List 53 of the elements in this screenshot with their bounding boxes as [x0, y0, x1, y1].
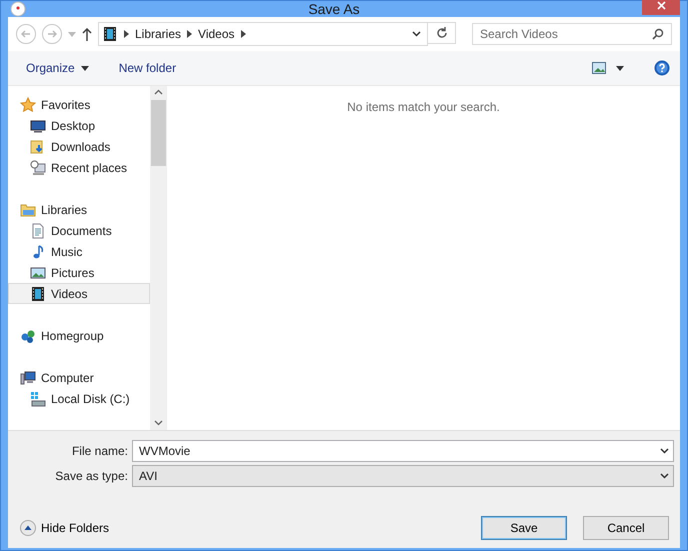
close-icon	[656, 0, 666, 10]
back-arrow-icon	[21, 29, 31, 39]
picture-icon	[30, 264, 46, 280]
window-title: Save As	[307, 1, 361, 17]
up-arrow-icon[interactable]	[82, 28, 92, 40]
dialog-button[interactable]: Save	[481, 516, 567, 540]
help-icon[interactable]	[654, 60, 670, 76]
nav-item[interactable]: Favorites	[8, 94, 150, 115]
empty-message: No items match your search.	[347, 100, 500, 116]
nav-item[interactable]: Videos	[8, 283, 150, 304]
nav-item[interactable]: Libraries	[8, 199, 150, 220]
film-icon	[30, 286, 46, 302]
view-options-icon[interactable]	[592, 62, 606, 74]
star-icon	[20, 96, 36, 112]
breadcrumb-arrow-icon[interactable]	[240, 30, 246, 38]
file-type-dropdown[interactable]: AVI	[132, 465, 674, 487]
breadcrumb-arrow-icon[interactable]	[187, 30, 192, 38]
organize-menu[interactable]: Organize	[26, 61, 89, 75]
folder-icon	[20, 202, 36, 218]
dialog-button[interactable]: Cancel	[583, 516, 669, 540]
breadcrumb-arrow-icon[interactable]	[124, 30, 129, 38]
field-label: Save as type:	[54, 469, 128, 483]
monitor-icon	[30, 118, 46, 134]
nav-item[interactable]: Music	[8, 241, 150, 262]
drive-icon	[30, 390, 46, 406]
address-bar[interactable]: Libraries Videos	[98, 22, 428, 46]
refresh-button[interactable]	[428, 22, 456, 44]
close-button[interactable]	[642, 0, 680, 15]
search-field[interactable]: Search Videos	[472, 23, 672, 45]
nav-item[interactable]: Documents	[8, 220, 150, 241]
document-icon	[30, 222, 46, 238]
film-icon	[102, 26, 118, 42]
hide-folders-button[interactable]: Hide Folders	[20, 520, 110, 536]
new-folder-button[interactable]: New folder	[118, 61, 176, 75]
nav-item[interactable]: Computer	[8, 367, 150, 388]
forward-arrow-icon	[47, 29, 57, 39]
nav-item[interactable]: Local Disk (C:)	[8, 388, 150, 409]
field-label: File name:	[70, 444, 128, 458]
caret-icon	[80, 66, 89, 70]
computer-icon	[20, 370, 36, 386]
caret-icon	[616, 66, 624, 70]
nav-item[interactable]: Pictures	[8, 262, 150, 283]
clock-computer-icon	[30, 160, 46, 176]
nav-item[interactable]: Recent places	[8, 157, 150, 178]
refresh-icon	[436, 27, 448, 39]
nav-item[interactable]: Downloads	[8, 136, 150, 157]
file-name-field[interactable]: WVMovie	[132, 440, 674, 462]
nav-item[interactable]: Homegroup	[8, 325, 150, 346]
collapse-icon	[20, 520, 36, 536]
breadcrumb-item[interactable]: Videos	[198, 27, 235, 41]
breadcrumb-item[interactable]: Libraries	[135, 27, 182, 41]
nav-item[interactable]: Desktop	[8, 115, 150, 136]
scrollbar-thumb[interactable]	[150, 100, 166, 166]
